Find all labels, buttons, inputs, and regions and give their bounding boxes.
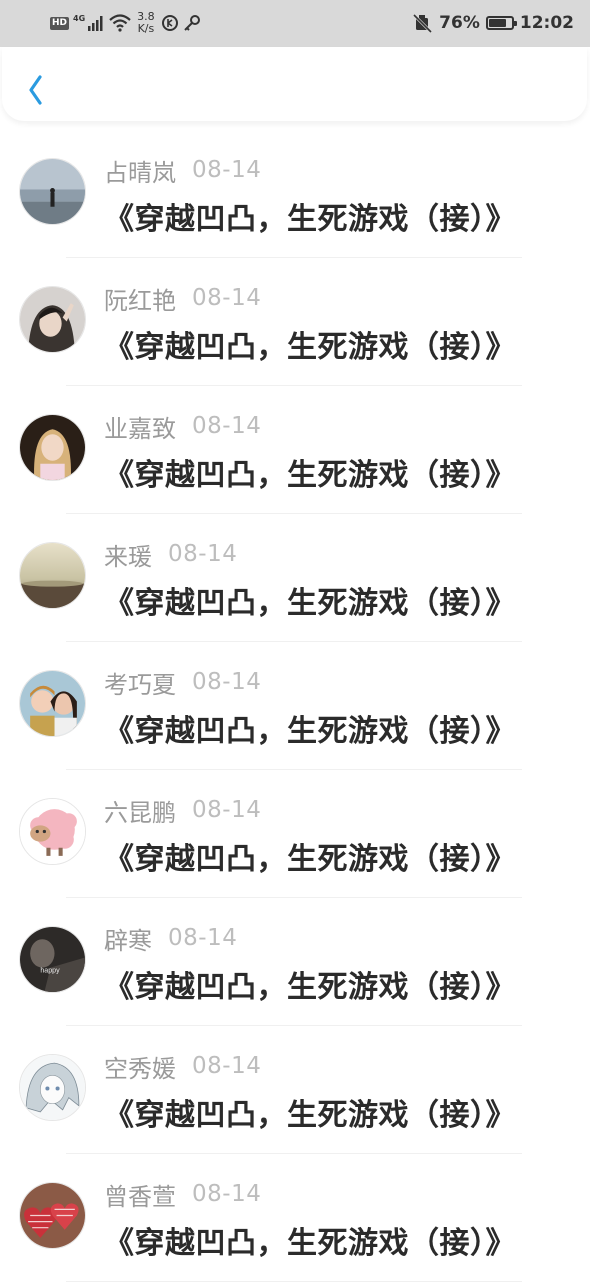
user-name[interactable]: 考巧夏 — [104, 665, 176, 700]
network-speed: 3.8 K/s — [137, 11, 155, 35]
user-name[interactable]: 阮红艳 — [104, 281, 176, 316]
item-meta: 阮红艳 08-14 — [104, 281, 262, 316]
post-date: 08-14 — [192, 413, 262, 439]
item-meta: 辟寒 08-14 — [104, 921, 238, 956]
user-name[interactable]: 来瑗 — [104, 537, 152, 572]
signal-icon — [88, 16, 103, 31]
post-date: 08-14 — [192, 669, 262, 695]
data-saver-icon — [161, 15, 178, 31]
user-name[interactable]: 业嘉致 — [104, 409, 176, 444]
list-item[interactable]: 占晴岚 08-14 《穿越凹凸，生死游戏（接）》 — [0, 130, 590, 258]
list-item[interactable]: happy 辟寒 08-14 《穿越凹凸，生死游戏（接）》 — [0, 898, 590, 1026]
back-button[interactable] — [12, 61, 56, 105]
wifi-icon — [109, 14, 131, 32]
message-list: 占晴岚 08-14 《穿越凹凸，生死游戏（接）》 阮红艳 08-14 《穿越凹凸，生死游戏… — [0, 130, 590, 1282]
story-title[interactable]: 《穿越凹凸，生死游戏（接）》 — [104, 962, 516, 1006]
battery-icon — [485, 16, 517, 30]
clock: 12:02 — [519, 13, 574, 33]
post-date: 08-14 — [192, 797, 262, 823]
story-title[interactable]: 《穿越凹凸，生死游戏（接）》 — [104, 578, 516, 622]
item-meta: 来瑗 08-14 — [104, 537, 238, 572]
list-item[interactable]: 阮红艳 08-14 《穿越凹凸，生死游戏（接）》 — [0, 258, 590, 386]
status-left: HD 4G 3.8 K/s — [50, 9, 201, 37]
post-date: 08-14 — [192, 1053, 262, 1079]
item-meta: 六昆鹏 08-14 — [104, 793, 262, 828]
key-icon — [183, 15, 200, 31]
svg-text:happy: happy — [40, 967, 60, 975]
user-name[interactable]: 六昆鹏 — [104, 793, 176, 828]
post-date: 08-14 — [168, 541, 238, 567]
avatar[interactable] — [19, 1054, 86, 1121]
status-right: 76% 12:02 — [413, 9, 574, 37]
post-date: 08-14 — [192, 285, 262, 311]
hd-badge: HD — [50, 16, 70, 30]
avatar[interactable] — [19, 798, 86, 865]
list-item[interactable]: 业嘉致 08-14 《穿越凹凸，生死游戏（接）》 — [0, 386, 590, 514]
story-title[interactable]: 《穿越凹凸，生死游戏（接）》 — [104, 834, 516, 878]
battery-percent: 76% — [439, 13, 480, 33]
avatar[interactable] — [19, 670, 86, 737]
story-title[interactable]: 《穿越凹凸，生死游戏（接）》 — [104, 450, 516, 494]
story-title[interactable]: 《穿越凹凸，生死游戏（接）》 — [104, 1218, 516, 1262]
avatar[interactable] — [19, 158, 86, 225]
avatar[interactable]: happy — [19, 926, 86, 993]
status-bar: HD 4G 3.8 K/s 76% 12:02 — [0, 0, 590, 47]
battery-level — [488, 19, 506, 27]
list-item[interactable]: 六昆鹏 08-14 《穿越凹凸，生死游戏（接）》 — [0, 770, 590, 898]
post-date: 08-14 — [168, 925, 238, 951]
story-title[interactable]: 《穿越凹凸，生死游戏（接）》 — [104, 706, 516, 750]
user-name[interactable]: 曾香萱 — [104, 1177, 176, 1212]
user-name[interactable]: 占晴岚 — [104, 153, 176, 188]
avatar[interactable] — [19, 286, 86, 353]
avatar[interactable] — [19, 1182, 86, 1249]
speed-unit: K/s — [137, 22, 155, 35]
user-name[interactable]: 辟寒 — [104, 921, 152, 956]
item-meta: 占晴岚 08-14 — [104, 153, 262, 188]
list-item[interactable]: 来瑗 08-14 《穿越凹凸，生死游戏（接）》 — [0, 514, 590, 642]
network-label: 4G — [73, 13, 86, 23]
item-meta: 考巧夏 08-14 — [104, 665, 262, 700]
story-title[interactable]: 《穿越凹凸，生死游戏（接）》 — [104, 1090, 516, 1134]
list-item[interactable]: 空秀媛 08-14 《穿越凹凸，生死游戏（接）》 — [0, 1026, 590, 1154]
post-date: 08-14 — [192, 1181, 262, 1207]
story-title[interactable]: 《穿越凹凸，生死游戏（接）》 — [104, 322, 516, 366]
item-meta: 业嘉致 08-14 — [104, 409, 262, 444]
avatar[interactable] — [19, 542, 86, 609]
battery-saver-off-icon — [413, 13, 433, 33]
list-item[interactable]: 曾香萱 08-14 《穿越凹凸，生死游戏（接）》 — [0, 1154, 590, 1282]
item-meta: 曾香萱 08-14 — [104, 1177, 262, 1212]
top-bar — [2, 47, 587, 121]
list-item[interactable]: 考巧夏 08-14 《穿越凹凸，生死游戏（接）》 — [0, 642, 590, 770]
story-title[interactable]: 《穿越凹凸，生死游戏（接）》 — [104, 194, 516, 238]
post-date: 08-14 — [192, 157, 262, 183]
avatar[interactable] — [19, 414, 86, 481]
chevron-left-icon — [29, 75, 42, 105]
item-meta: 空秀媛 08-14 — [104, 1049, 262, 1084]
user-name[interactable]: 空秀媛 — [104, 1049, 176, 1084]
